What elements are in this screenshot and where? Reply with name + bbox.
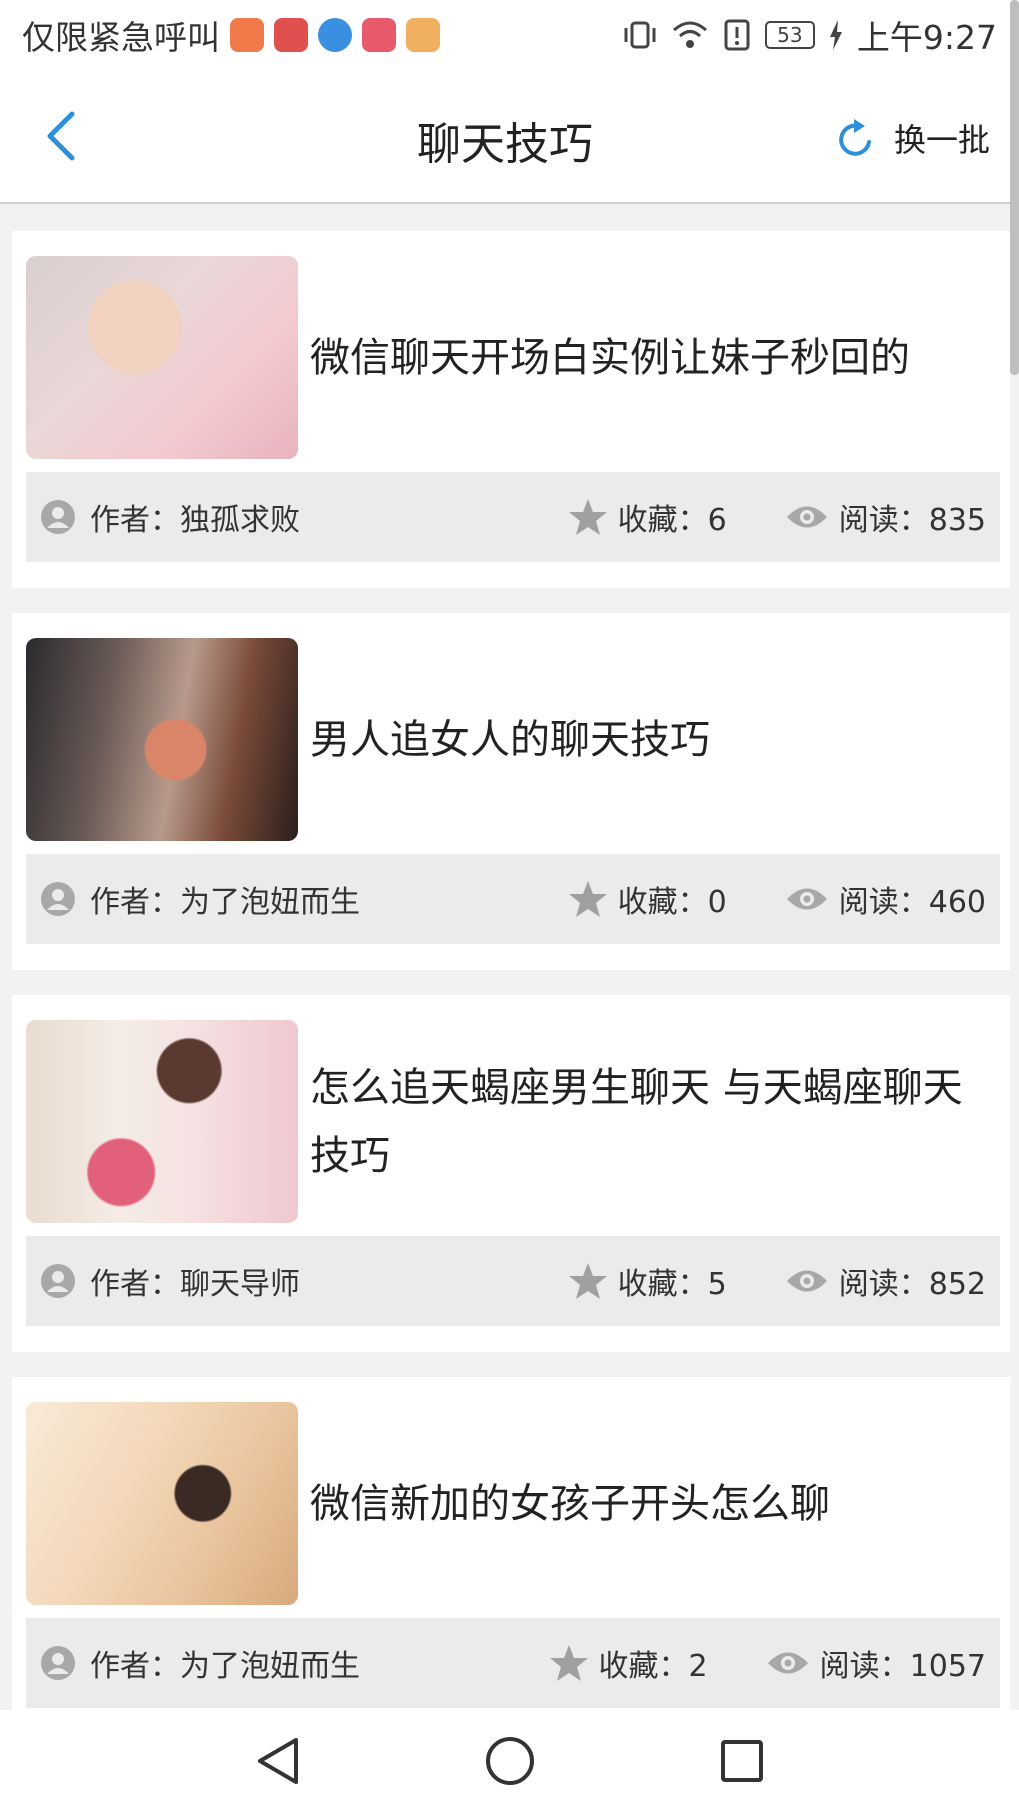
notification-app-icon bbox=[318, 18, 352, 52]
screen: 仅限紧急呼叫 53 上午9:27 聊天技巧 换一批 微信聊天开场白实例让妹子秒回… bbox=[0, 0, 1019, 1812]
favorites-label: 收藏：0 bbox=[617, 885, 727, 920]
meta-author: 作者：独孤求败 bbox=[40, 495, 510, 539]
user-icon bbox=[41, 882, 75, 916]
meta-reads: 阅读：835 bbox=[785, 495, 986, 539]
meta-favorites: 收藏：6 bbox=[568, 495, 727, 539]
vibrate-icon bbox=[624, 21, 656, 49]
meta-author: 作者：聊天导师 bbox=[40, 1259, 510, 1303]
refresh-label: 换一批 bbox=[893, 121, 990, 159]
article-list: 微信聊天开场白实例让妹子秒回的 作者：独孤求败 收藏：6 阅读：835 男人追女… bbox=[12, 231, 1010, 1759]
charging-icon bbox=[829, 20, 842, 50]
favorites-label: 收藏：2 bbox=[598, 1649, 708, 1684]
status-left: 仅限紧急呼叫 bbox=[22, 11, 623, 59]
article-thumbnail bbox=[26, 1020, 298, 1223]
user-icon bbox=[41, 500, 75, 534]
star-icon bbox=[568, 499, 607, 535]
meta-reads: 阅读：852 bbox=[785, 1259, 986, 1303]
article-meta: 作者：为了泡妞而生 收藏：0 阅读：460 bbox=[26, 854, 1000, 944]
notification-app-icon bbox=[274, 18, 308, 52]
favorites-label: 收藏：5 bbox=[617, 1267, 727, 1302]
reads-label: 阅读：1057 bbox=[819, 1649, 986, 1684]
meta-favorites: 收藏：0 bbox=[568, 877, 727, 921]
carrier-text: 仅限紧急呼叫 bbox=[22, 18, 220, 57]
system-home-button[interactable] bbox=[482, 1733, 538, 1789]
user-icon bbox=[41, 1646, 75, 1680]
star-icon bbox=[568, 881, 607, 917]
article-meta: 作者：聊天导师 收藏：5 阅读：852 bbox=[26, 1236, 1000, 1326]
card-top: 微信聊天开场白实例让妹子秒回的 bbox=[26, 256, 996, 459]
alert-icon bbox=[724, 19, 750, 51]
article-card[interactable]: 男人追女人的聊天技巧 作者：为了泡妞而生 收藏：0 阅读：460 bbox=[12, 613, 1010, 970]
article-meta: 作者：为了泡妞而生 收藏：2 阅读：1057 bbox=[26, 1618, 1000, 1708]
reads-label: 阅读：835 bbox=[838, 503, 986, 538]
notification-app-icon bbox=[406, 18, 440, 52]
card-top: 怎么追天蝎座男生聊天 与天蝎座聊天技巧 bbox=[26, 1020, 996, 1223]
user-icon bbox=[41, 1264, 75, 1298]
card-top: 男人追女人的聊天技巧 bbox=[26, 638, 996, 841]
system-nav-bar bbox=[0, 1710, 1019, 1812]
scrollbar[interactable] bbox=[1010, 0, 1019, 375]
article-title: 微信新加的女孩子开头怎么聊 bbox=[310, 1480, 830, 1527]
refresh-batch-button[interactable]: 换一批 bbox=[836, 108, 990, 168]
author-label: 作者：为了泡妞而生 bbox=[90, 1649, 360, 1684]
meta-author: 作者：为了泡妞而生 bbox=[40, 1641, 491, 1685]
article-title: 微信聊天开场白实例让妹子秒回的 bbox=[310, 334, 910, 381]
nav-bar: 聊天技巧 换一批 bbox=[0, 70, 1010, 204]
article-card[interactable]: 微信聊天开场白实例让妹子秒回的 作者：独孤求败 收藏：6 阅读：835 bbox=[12, 231, 1010, 588]
circle-home-icon bbox=[485, 1737, 534, 1785]
refresh-icon bbox=[839, 119, 871, 156]
wifi-icon bbox=[672, 21, 707, 48]
author-label: 作者：为了泡妞而生 bbox=[90, 885, 360, 920]
meta-reads: 阅读：460 bbox=[785, 877, 986, 921]
eye-icon bbox=[767, 1652, 808, 1674]
eye-icon bbox=[786, 506, 827, 528]
system-back-button[interactable] bbox=[250, 1733, 306, 1789]
article-thumbnail bbox=[26, 638, 298, 841]
card-top: 微信新加的女孩子开头怎么聊 bbox=[26, 1402, 996, 1605]
meta-author: 作者：为了泡妞而生 bbox=[40, 877, 510, 921]
battery-indicator: 53 bbox=[764, 21, 815, 49]
article-meta: 作者：独孤求败 收藏：6 阅读：835 bbox=[26, 472, 1000, 562]
notification-app-icon bbox=[362, 18, 396, 52]
article-thumbnail bbox=[26, 1402, 298, 1605]
status-bar: 仅限紧急呼叫 53 上午9:27 bbox=[0, 0, 1019, 70]
square-recents-icon bbox=[720, 1740, 763, 1782]
triangle-back-icon bbox=[257, 1738, 298, 1784]
clock: 上午9:27 bbox=[856, 18, 997, 57]
author-label: 作者：聊天导师 bbox=[90, 1267, 300, 1302]
article-card[interactable]: 微信新加的女孩子开头怎么聊 作者：为了泡妞而生 收藏：2 阅读：1057 bbox=[12, 1377, 1010, 1734]
status-right: 53 上午9:27 bbox=[623, 11, 997, 59]
system-recents-button[interactable] bbox=[714, 1733, 770, 1789]
meta-reads: 阅读：1057 bbox=[766, 1641, 986, 1685]
star-icon bbox=[549, 1645, 588, 1681]
notification-app-icon bbox=[230, 18, 264, 52]
article-title: 男人追女人的聊天技巧 bbox=[310, 716, 710, 763]
reads-label: 阅读：852 bbox=[838, 1267, 986, 1302]
article-card[interactable]: 怎么追天蝎座男生聊天 与天蝎座聊天技巧 作者：聊天导师 收藏：5 阅读：852 bbox=[12, 995, 1010, 1352]
meta-favorites: 收藏：5 bbox=[568, 1259, 727, 1303]
reads-label: 阅读：460 bbox=[838, 885, 986, 920]
eye-icon bbox=[786, 1270, 827, 1292]
favorites-label: 收藏：6 bbox=[617, 503, 727, 538]
chevron-left-icon bbox=[47, 111, 75, 161]
star-icon bbox=[568, 1263, 607, 1299]
back-button[interactable] bbox=[36, 104, 96, 168]
article-thumbnail bbox=[26, 256, 298, 459]
author-label: 作者：独孤求败 bbox=[90, 503, 300, 538]
meta-favorites: 收藏：2 bbox=[549, 1641, 708, 1685]
eye-icon bbox=[786, 888, 827, 910]
article-title: 怎么追天蝎座男生聊天 与天蝎座聊天技巧 bbox=[310, 1064, 963, 1179]
